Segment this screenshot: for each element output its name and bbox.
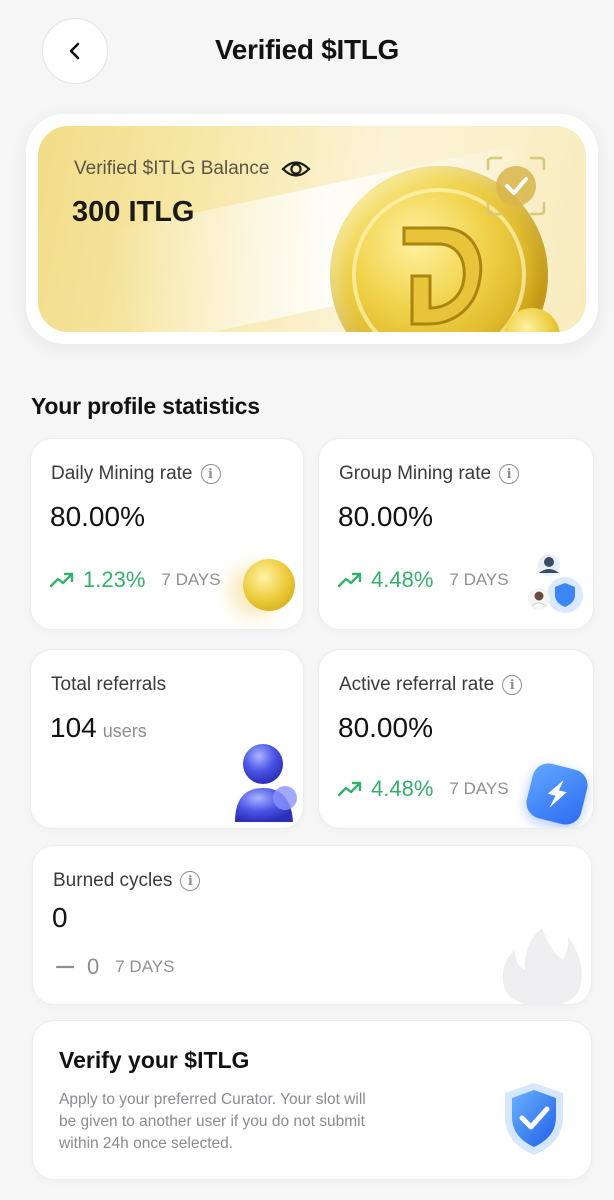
- burned-cycles-card[interactable]: Burned cycles i 0 0 7 DAYS: [32, 845, 592, 1005]
- burned-cycles-value: 0: [52, 902, 68, 933]
- active-referral-label: Active referral rate i: [339, 674, 523, 696]
- total-referrals-card[interactable]: Total referrals 104 users: [30, 649, 304, 829]
- active-referral-card[interactable]: Active referral rate i 80.00% 4.48% 7 DA…: [318, 649, 594, 829]
- daily-mining-label: Daily Mining rate i: [51, 463, 221, 485]
- group-mining-card[interactable]: Group Mining rate i 80.00% 4.48% 7 DAYS: [318, 438, 594, 630]
- trend-up-icon: [337, 781, 362, 797]
- group-mining-trend: 4.48% 7 DAYS: [337, 567, 509, 593]
- info-icon[interactable]: i: [180, 871, 201, 891]
- verify-description: Apply to your preferred Curator. Your sl…: [59, 1091, 366, 1152]
- balance-label: Verified $ITLG Balance: [74, 158, 311, 180]
- group-mining-change: 4.48%: [371, 567, 434, 592]
- info-icon[interactable]: i: [499, 464, 520, 484]
- verify-title: Verify your $ITLG: [59, 1047, 250, 1073]
- section-title: Your profile statistics: [31, 393, 260, 419]
- user-3d-icon: [235, 744, 297, 822]
- trend-up-icon: [49, 572, 74, 588]
- trend-up-icon: [337, 572, 362, 588]
- burned-cycles-change: 0: [87, 954, 100, 979]
- daily-mining-trend: 1.23% 7 DAYS: [49, 567, 221, 593]
- burned-cycles-label: Burned cycles i: [53, 870, 201, 892]
- info-icon[interactable]: i: [200, 464, 221, 484]
- daily-mining-value: 80.00%: [50, 501, 145, 532]
- shield-check-icon: [505, 1083, 563, 1155]
- total-referrals-value: 104 users: [50, 712, 147, 743]
- burned-cycles-period: 7 DAYS: [115, 957, 175, 976]
- daily-mining-card[interactable]: Daily Mining rate i 80.00% 1.23% 7 DAYS: [30, 438, 304, 630]
- group-mining-label: Group Mining rate i: [339, 463, 520, 485]
- flame-icon: [502, 928, 582, 1004]
- coin-icon: [243, 559, 295, 611]
- active-referral-period: 7 DAYS: [449, 779, 509, 798]
- group-mining-value: 80.00%: [338, 501, 433, 532]
- verify-card[interactable]: Verify your $ITLG Apply to your preferre…: [32, 1020, 592, 1180]
- total-referrals-unit: users: [102, 721, 147, 741]
- active-referral-trend: 4.48% 7 DAYS: [337, 776, 509, 802]
- burned-cycles-trend: 0 7 DAYS: [55, 954, 174, 980]
- lightning-icon: [523, 760, 591, 828]
- verified-badge-icon: [484, 154, 548, 218]
- daily-mining-period: 7 DAYS: [161, 570, 221, 589]
- balance-value: 300 ITLG: [72, 196, 195, 228]
- itlg-logo-icon: [402, 226, 483, 326]
- daily-mining-change: 1.23%: [83, 567, 146, 592]
- active-referral-value: 80.00%: [338, 712, 433, 743]
- balance-card: Verified $ITLG Balance 300 ITLG: [38, 126, 586, 332]
- page-title: Verified $ITLG: [214, 34, 400, 65]
- total-referrals-label: Total referrals: [51, 674, 167, 695]
- active-referral-change: 4.48%: [371, 776, 434, 801]
- group-members-icon: [528, 554, 583, 613]
- info-icon[interactable]: i: [502, 675, 523, 695]
- eye-icon[interactable]: [281, 158, 311, 180]
- group-mining-period: 7 DAYS: [449, 570, 509, 589]
- dash-icon: [55, 965, 75, 969]
